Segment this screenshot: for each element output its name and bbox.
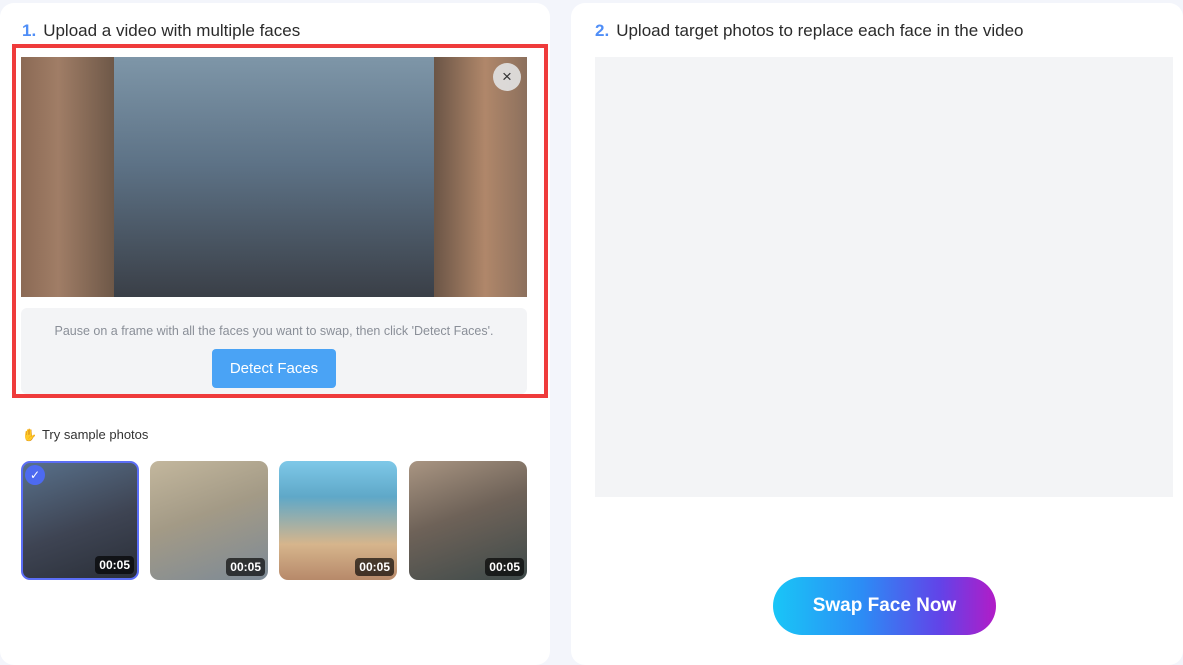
step1-title: 1. Upload a video with multiple faces (22, 21, 300, 41)
sample-thumb-4[interactable]: 00:05 (409, 461, 527, 580)
step1-label: Upload a video with multiple faces (43, 21, 301, 40)
detect-hint: Pause on a frame with all the faces you … (54, 324, 494, 338)
step1-number: 1. (22, 21, 37, 40)
swap-face-button[interactable]: Swap Face Now (773, 577, 996, 635)
detect-faces-area: Pause on a frame with all the faces you … (21, 308, 527, 394)
video-upload-box: × Pause on a frame with all the faces yo… (12, 44, 548, 398)
detect-faces-button[interactable]: Detect Faces (212, 349, 336, 388)
video-frame-image (114, 57, 434, 297)
sample-thumb-3[interactable]: 00:05 (279, 461, 397, 580)
check-icon: ✓ (25, 465, 45, 485)
step2-title: 2. Upload target photos to replace each f… (595, 21, 1024, 41)
video-blur-left (21, 57, 114, 297)
thumb-duration: 00:05 (485, 558, 524, 576)
hand-icon: ✋ (22, 427, 37, 442)
target-photos-area[interactable] (595, 57, 1173, 497)
sample-thumb-1[interactable]: ✓ 00:05 (21, 461, 139, 580)
left-panel: 1. Upload a video with multiple faces × P… (0, 3, 550, 665)
thumb-duration: 00:05 (355, 558, 394, 576)
video-preview[interactable]: × (21, 57, 527, 297)
close-icon[interactable]: × (493, 63, 521, 91)
thumb-duration: 00:05 (95, 556, 134, 574)
sample-thumb-2[interactable]: 00:05 (150, 461, 268, 580)
step2-label: Upload target photos to replace each fac… (616, 21, 1024, 40)
video-blur-right (434, 57, 527, 297)
step2-number: 2. (595, 21, 610, 40)
samples-label: ✋ Try sample photos (22, 427, 148, 442)
samples-label-text: Try sample photos (41, 427, 149, 442)
thumb-duration: 00:05 (226, 558, 265, 576)
right-panel: 2. Upload target photos to replace each f… (571, 3, 1183, 665)
